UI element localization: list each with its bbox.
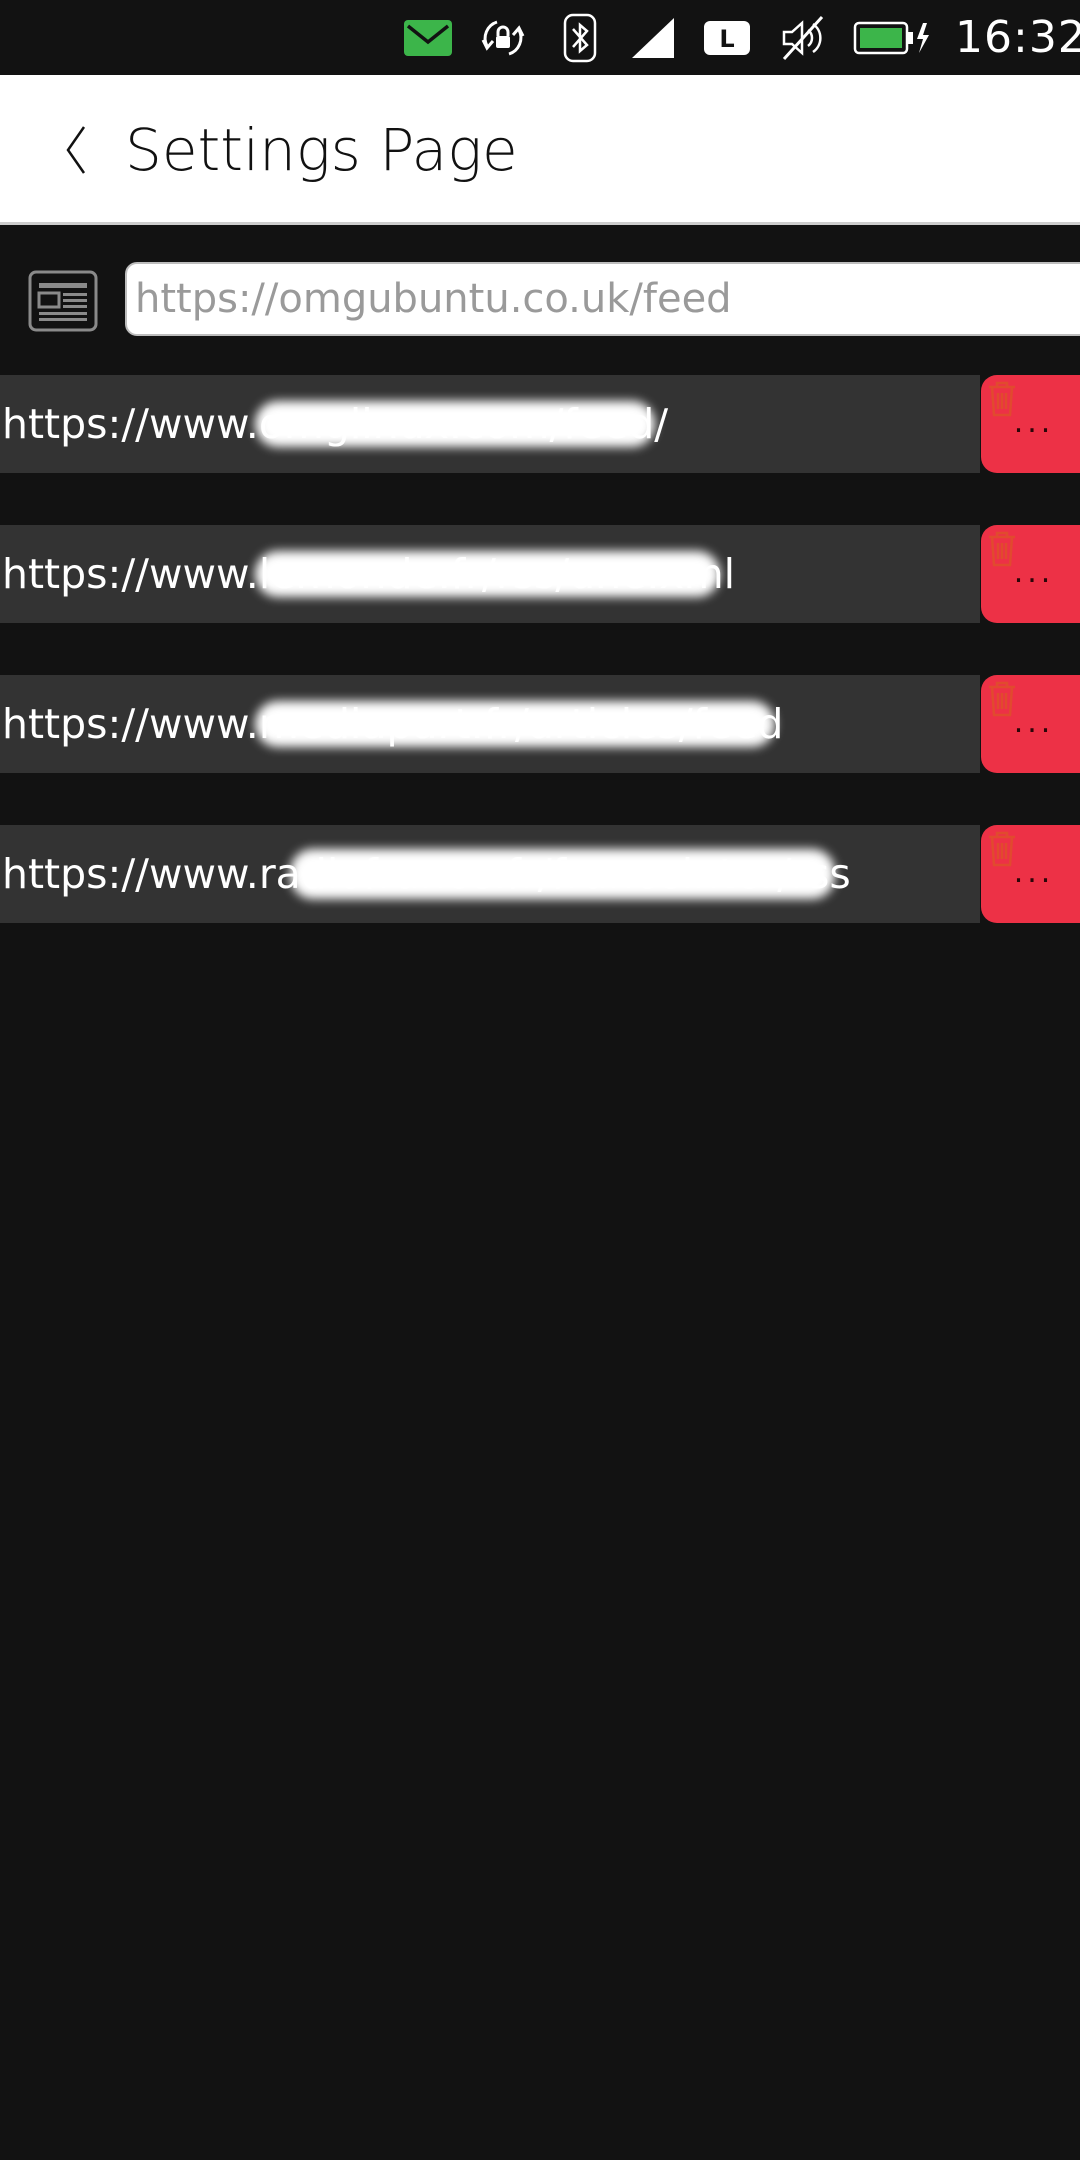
header: Settings Page (0, 75, 1080, 225)
back-button[interactable] (40, 115, 110, 185)
redaction-mask (255, 551, 720, 597)
more-label: ... (1013, 555, 1055, 590)
more-label: ... (1013, 405, 1055, 440)
network-type-label: L (719, 25, 734, 53)
redaction-mask (255, 701, 775, 747)
news-feed-icon (28, 270, 98, 332)
signal-icon (628, 0, 678, 75)
rotation-lock-icon (478, 0, 528, 75)
bluetooth-icon (556, 0, 604, 75)
redaction-mask (255, 401, 655, 447)
status-bar: L 16:32 (0, 0, 1080, 75)
battery-charging-icon (852, 0, 932, 75)
delete-button[interactable]: ... (981, 675, 1080, 773)
delete-button[interactable]: ... (981, 825, 1080, 923)
feed-url-input[interactable] (125, 262, 1080, 336)
feed-list-item[interactable]: https://www.mediapart.fr/articles/feed .… (0, 675, 1080, 773)
volume-muted-icon (778, 0, 828, 75)
page-title: Settings Page (125, 116, 518, 184)
mail-icon (403, 0, 453, 75)
delete-button[interactable]: ... (981, 375, 1080, 473)
chevron-left-icon (66, 126, 86, 174)
feed-list-item[interactable]: https://www.omglinux.com/feed/ ... (0, 375, 1080, 473)
redaction-mask (290, 849, 835, 899)
network-type-icon: L (702, 0, 752, 75)
status-time: 16:32 (955, 12, 1080, 63)
more-label: ... (1013, 705, 1055, 740)
feed-list-item[interactable]: https://www.radiofrance.fr/franceinter/r… (0, 825, 1080, 923)
feed-list-item[interactable]: https://www.lemonde.fr/rss/une.xml ... (0, 525, 1080, 623)
more-label: ... (1013, 855, 1055, 890)
delete-button[interactable]: ... (981, 525, 1080, 623)
